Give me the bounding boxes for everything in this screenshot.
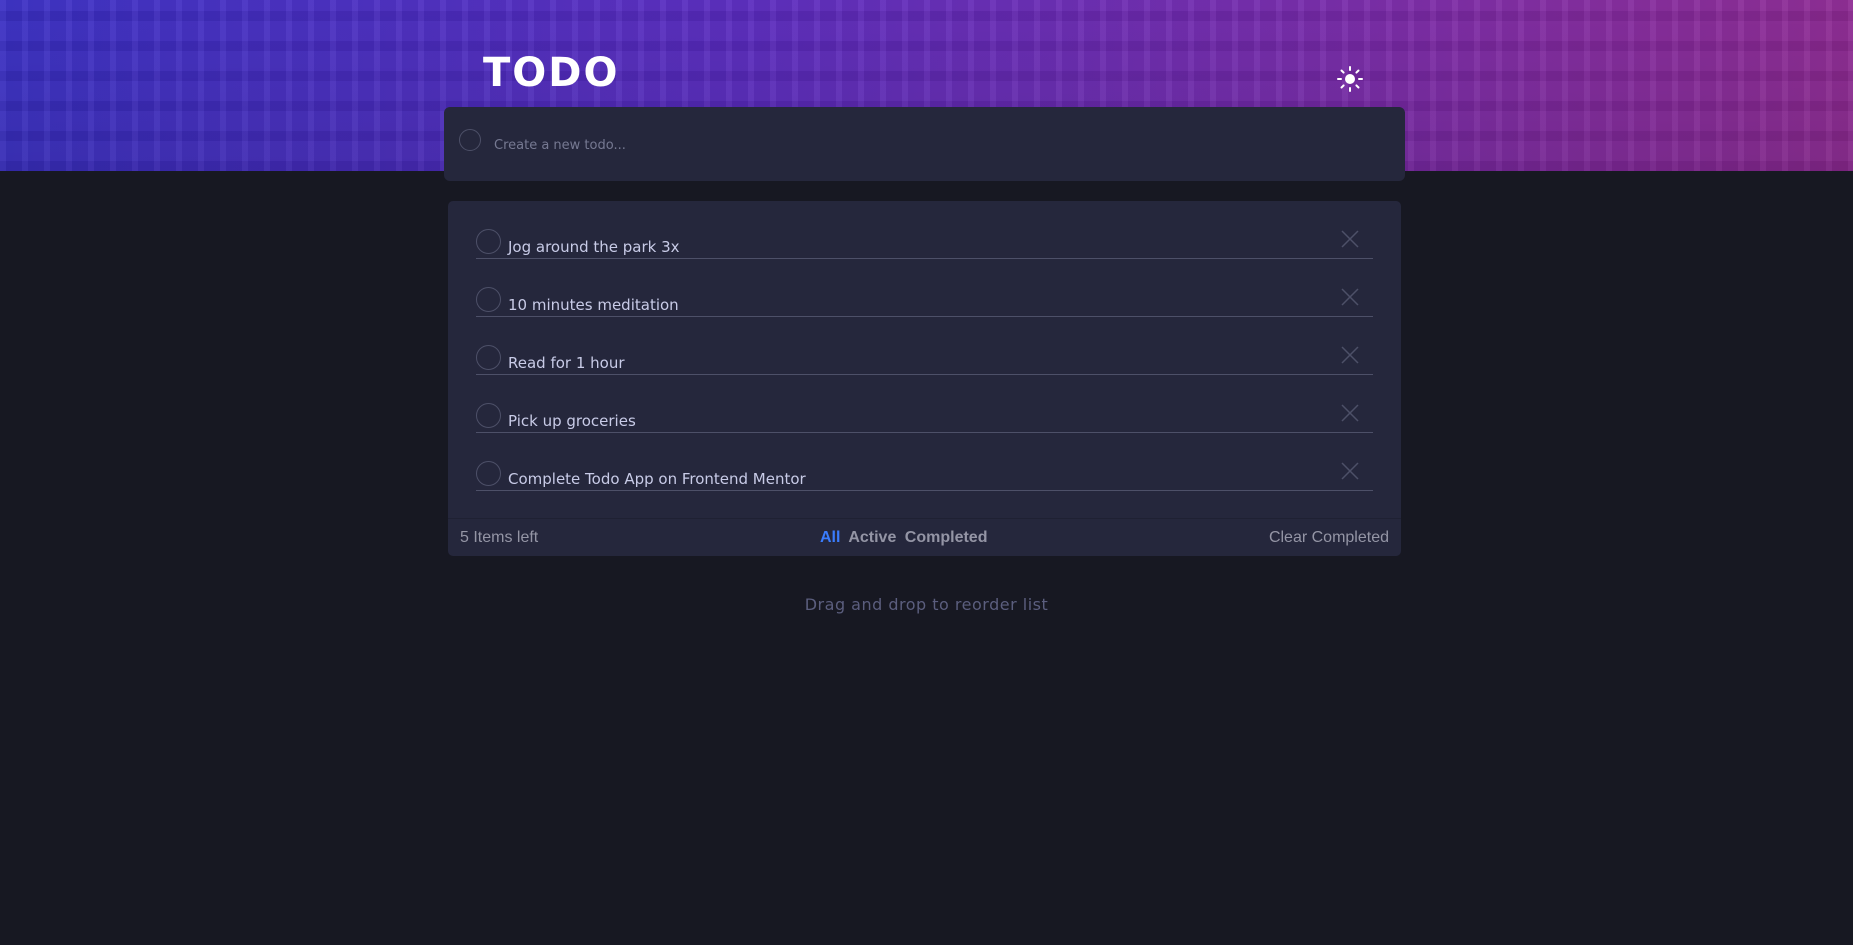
close-icon[interactable] [1339,286,1361,308]
list-footer: 5 Items left All Active Completed Clear … [448,518,1401,556]
todo-text: Pick up groceries [508,412,636,430]
new-todo-check-circle[interactable] [459,129,481,151]
todo-text: 10 minutes meditation [508,296,679,314]
reorder-hint: Drag and drop to reorder list [804,595,1049,614]
todo-list: Jog around the park 3x 10 minutes medita… [448,201,1401,518]
filter-group: All Active Completed [820,529,991,547]
filter-all-button[interactable]: All [820,529,840,546]
filter-active-button[interactable]: Active [848,529,896,546]
todo-check-circle[interactable] [476,461,501,486]
todo-check-circle[interactable] [476,229,501,254]
close-icon[interactable] [1339,344,1361,366]
todo-text: Complete Todo App on Frontend Mentor [508,470,806,488]
todo-item[interactable]: 10 minutes meditation [476,287,1373,317]
filter-completed-button[interactable]: Completed [905,529,988,546]
theme-toggle-button[interactable] [1336,65,1364,93]
close-icon[interactable] [1339,460,1361,482]
todo-item[interactable]: Read for 1 hour [476,345,1373,375]
sun-icon [1337,66,1363,92]
new-todo-bar [444,107,1405,181]
app-title: TODO [483,50,620,96]
items-left-count: 5 Items left [460,529,539,546]
close-icon[interactable] [1339,402,1361,424]
clear-completed-button[interactable]: Clear Completed [1269,529,1389,547]
todo-check-circle[interactable] [476,287,501,312]
todo-check-circle[interactable] [476,345,501,370]
todo-item[interactable]: Jog around the park 3x [476,229,1373,259]
new-todo-input[interactable] [492,133,1376,157]
todo-item[interactable]: Pick up groceries [476,403,1373,433]
todo-text: Read for 1 hour [508,354,625,372]
todo-check-circle[interactable] [476,403,501,428]
todo-text: Jog around the park 3x [508,238,680,256]
close-icon[interactable] [1339,228,1361,250]
todo-item[interactable]: Complete Todo App on Frontend Mentor [476,461,1373,491]
